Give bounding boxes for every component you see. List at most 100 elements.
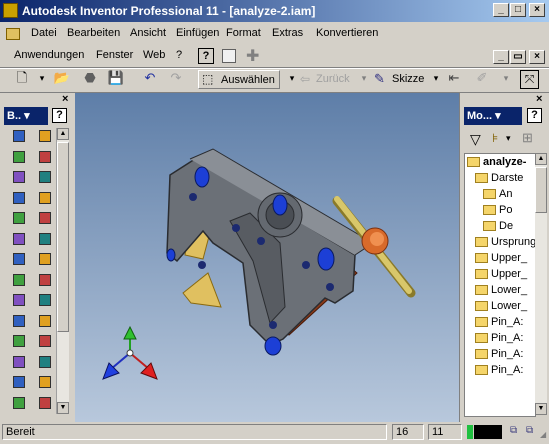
zoom-all-icon[interactable]: ⤧ xyxy=(520,70,539,89)
browser-tree-item[interactable]: An xyxy=(483,186,512,202)
select-button[interactable]: ⬚ Auswählen xyxy=(198,70,280,89)
browser-tree-item[interactable]: Pin_A: xyxy=(475,362,523,378)
save-icon[interactable]: 💾 xyxy=(106,68,126,88)
menu-fenster[interactable]: Fenster xyxy=(96,49,133,61)
panel-tool-icon[interactable] xyxy=(10,394,28,412)
open-icon[interactable]: 📂 xyxy=(52,68,72,88)
menu-help[interactable]: ? xyxy=(176,49,182,61)
browser-view-dropdown-icon[interactable]: ▾ xyxy=(506,133,511,144)
panel-tool-icon[interactable] xyxy=(36,353,54,371)
panel-tool-icon[interactable] xyxy=(10,373,28,391)
graphics-viewport[interactable] xyxy=(75,93,459,422)
panel-tool-icon[interactable] xyxy=(36,230,54,248)
menu-konvertieren[interactable]: Konvertieren xyxy=(316,27,378,39)
panel-help-icon[interactable]: ? xyxy=(52,108,67,123)
panel-tool-icon[interactable] xyxy=(36,291,54,309)
sketch-icon[interactable]: ✎ xyxy=(374,71,385,87)
sketch-dropdown-icon[interactable]: ▾ xyxy=(426,68,446,88)
panel-title[interactable]: B.. ▾ xyxy=(4,107,48,125)
panel-tool-icon[interactable] xyxy=(36,148,54,166)
back-dropdown-icon[interactable]: ▾ xyxy=(354,68,374,88)
panel-tool-icon[interactable] xyxy=(36,271,54,289)
doc-restore-button[interactable]: ▭ xyxy=(510,50,526,64)
panel-tool-icon[interactable] xyxy=(10,230,28,248)
maximize-button[interactable]: □ xyxy=(510,3,526,17)
menu-web[interactable]: Web xyxy=(143,49,165,61)
doc-close-button[interactable]: × xyxy=(529,50,545,64)
panel-tool-icon[interactable] xyxy=(10,148,28,166)
browser-tree-item[interactable]: Pin_A: xyxy=(475,346,523,362)
panel-tool-icon[interactable] xyxy=(36,189,54,207)
back-label[interactable]: Zurück xyxy=(316,73,350,85)
expand-all-icon[interactable]: ⊞ xyxy=(522,130,533,146)
window-icon[interactable] xyxy=(222,49,236,63)
panel-tool-icon[interactable] xyxy=(10,312,28,330)
browser-tree-item[interactable]: Ursprung xyxy=(475,234,535,250)
menu-bearbeiten[interactable]: Bearbeiten xyxy=(67,27,120,39)
pencil-icon[interactable]: ✐ xyxy=(472,68,492,88)
panel-tool-icon[interactable] xyxy=(36,209,54,227)
inventor-app-icon[interactable] xyxy=(3,3,18,18)
panel-tool-icon[interactable] xyxy=(36,332,54,350)
panel-tool-icon[interactable] xyxy=(10,250,28,268)
browser-tree-item[interactable]: Lower_ xyxy=(475,282,527,298)
pencil-dropdown-icon[interactable]: ▾ xyxy=(496,68,516,88)
scroll-up-icon[interactable]: ▲ xyxy=(57,128,69,140)
browser-tree-item[interactable]: Upper_ xyxy=(475,266,527,282)
menu-anwendungen[interactable]: Anwendungen xyxy=(14,49,84,61)
browser-tree-item[interactable]: Po xyxy=(483,202,512,218)
panel-tool-icon[interactable] xyxy=(36,373,54,391)
panel-tool-icon[interactable] xyxy=(36,168,54,186)
panel-tool-icon[interactable] xyxy=(36,250,54,268)
project-icon[interactable]: ⬣ xyxy=(80,68,100,88)
parts-icon[interactable]: ⇤ xyxy=(444,68,464,88)
filter-icon[interactable]: ▽ xyxy=(470,131,481,148)
scroll-thumb[interactable] xyxy=(535,167,547,213)
panel-tool-icon[interactable] xyxy=(10,332,28,350)
undo-icon[interactable]: ↶ xyxy=(140,68,160,88)
help-icon[interactable]: ? xyxy=(198,48,214,64)
browser-help-icon[interactable]: ? xyxy=(527,108,542,123)
browser-tree-item[interactable]: De xyxy=(483,218,513,234)
browser-tree-item[interactable]: Lower_ xyxy=(475,298,527,314)
panel-close-icon[interactable]: × xyxy=(62,93,68,105)
panel-tool-icon[interactable] xyxy=(36,127,54,145)
scroll-down-icon[interactable]: ▼ xyxy=(57,402,69,414)
browser-tree-item[interactable]: Pin_A: xyxy=(475,314,523,330)
back-arrow-icon[interactable]: ⇦ xyxy=(300,72,310,86)
menu-format[interactable]: Format xyxy=(226,27,261,39)
scroll-down-icon[interactable]: ▼ xyxy=(535,403,547,415)
sketch-label[interactable]: Skizze xyxy=(392,73,424,85)
minimize-button[interactable]: _ xyxy=(493,3,509,17)
browser-tree-item[interactable]: analyze- xyxy=(467,154,526,170)
browser-tree-item[interactable]: Darste xyxy=(475,170,523,186)
document-icon[interactable] xyxy=(6,28,20,40)
menu-datei[interactable]: Datei xyxy=(31,27,57,39)
doc-minimize-button[interactable]: _ xyxy=(493,50,509,64)
select-dropdown-icon[interactable]: ▾ xyxy=(282,68,302,88)
resize-grip-icon[interactable]: ◢ xyxy=(540,430,546,439)
browser-tree-item[interactable]: Upper_ xyxy=(475,250,527,266)
browser-close-icon[interactable]: × xyxy=(536,93,542,105)
panel-tool-icon[interactable] xyxy=(10,353,28,371)
menu-einfuegen[interactable]: Einfügen xyxy=(176,27,219,39)
new-icon[interactable]: 🗋 xyxy=(12,68,32,88)
browser-tree-item[interactable]: Pin_A: xyxy=(475,330,523,346)
panel-tool-icon[interactable] xyxy=(36,394,54,412)
panel-tool-icon[interactable] xyxy=(10,127,28,145)
panel-tool-icon[interactable] xyxy=(36,312,54,330)
panel-tool-icon[interactable] xyxy=(10,168,28,186)
browser-title[interactable]: Mo... ▾ xyxy=(464,107,522,125)
menu-ansicht[interactable]: Ansicht xyxy=(130,27,166,39)
redo-icon[interactable]: ↷ xyxy=(166,68,186,88)
panel-tool-icon[interactable] xyxy=(10,189,28,207)
panel-tool-icon[interactable] xyxy=(10,209,28,227)
browser-view-icon[interactable]: ⊧ xyxy=(492,131,498,145)
scroll-up-icon[interactable]: ▲ xyxy=(535,153,547,165)
plus-icon[interactable]: ✚ xyxy=(246,46,259,66)
panel-scrollbar[interactable]: ▲ ▼ xyxy=(56,128,69,414)
browser-scrollbar[interactable]: ▲ ▼ xyxy=(535,153,547,415)
scroll-thumb[interactable] xyxy=(57,142,69,332)
close-button[interactable]: × xyxy=(529,3,545,17)
new-dropdown-icon[interactable]: ▾ xyxy=(32,68,52,88)
